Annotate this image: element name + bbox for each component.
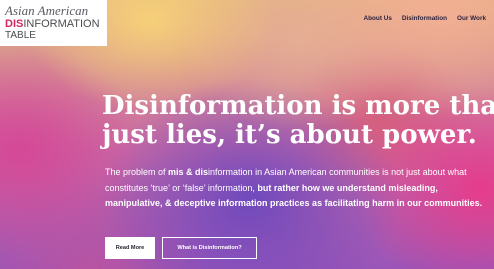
- logo-title: Asian American: [5, 3, 89, 18]
- logo-information-text: INFORMATION: [23, 18, 100, 30]
- hero-headline: Disinformation is more than just lies, i…: [102, 91, 494, 150]
- nav-about-us[interactable]: About Us: [364, 12, 392, 26]
- hero-background: Asian American DISINFORMATION TABLE Abou…: [0, 0, 494, 269]
- nav-disinformation[interactable]: Disinformation: [402, 12, 447, 26]
- logo-table-text: TABLE: [5, 30, 36, 41]
- description-mis-dis: mis & dis: [168, 167, 209, 177]
- logo-dis-text: DIS: [5, 18, 24, 30]
- what-is-disinformation-button[interactable]: What is Disinformation?: [162, 237, 257, 259]
- nav-our-work[interactable]: Our Work: [457, 12, 486, 26]
- hero-description: The problem of mis & disinformation in A…: [105, 165, 491, 212]
- headline-line-2: just lies, it’s about power.: [102, 120, 477, 150]
- main-nav: About Us Disinformation Our Work: [364, 12, 487, 26]
- read-more-button[interactable]: Read More: [105, 237, 155, 259]
- logo-subtitle: DISINFORMATION: [5, 19, 100, 30]
- description-intro: The problem of: [105, 167, 169, 177]
- headline-line-1: Disinformation is more than: [102, 91, 494, 121]
- site-logo[interactable]: Asian American DISINFORMATION TABLE: [0, 0, 107, 46]
